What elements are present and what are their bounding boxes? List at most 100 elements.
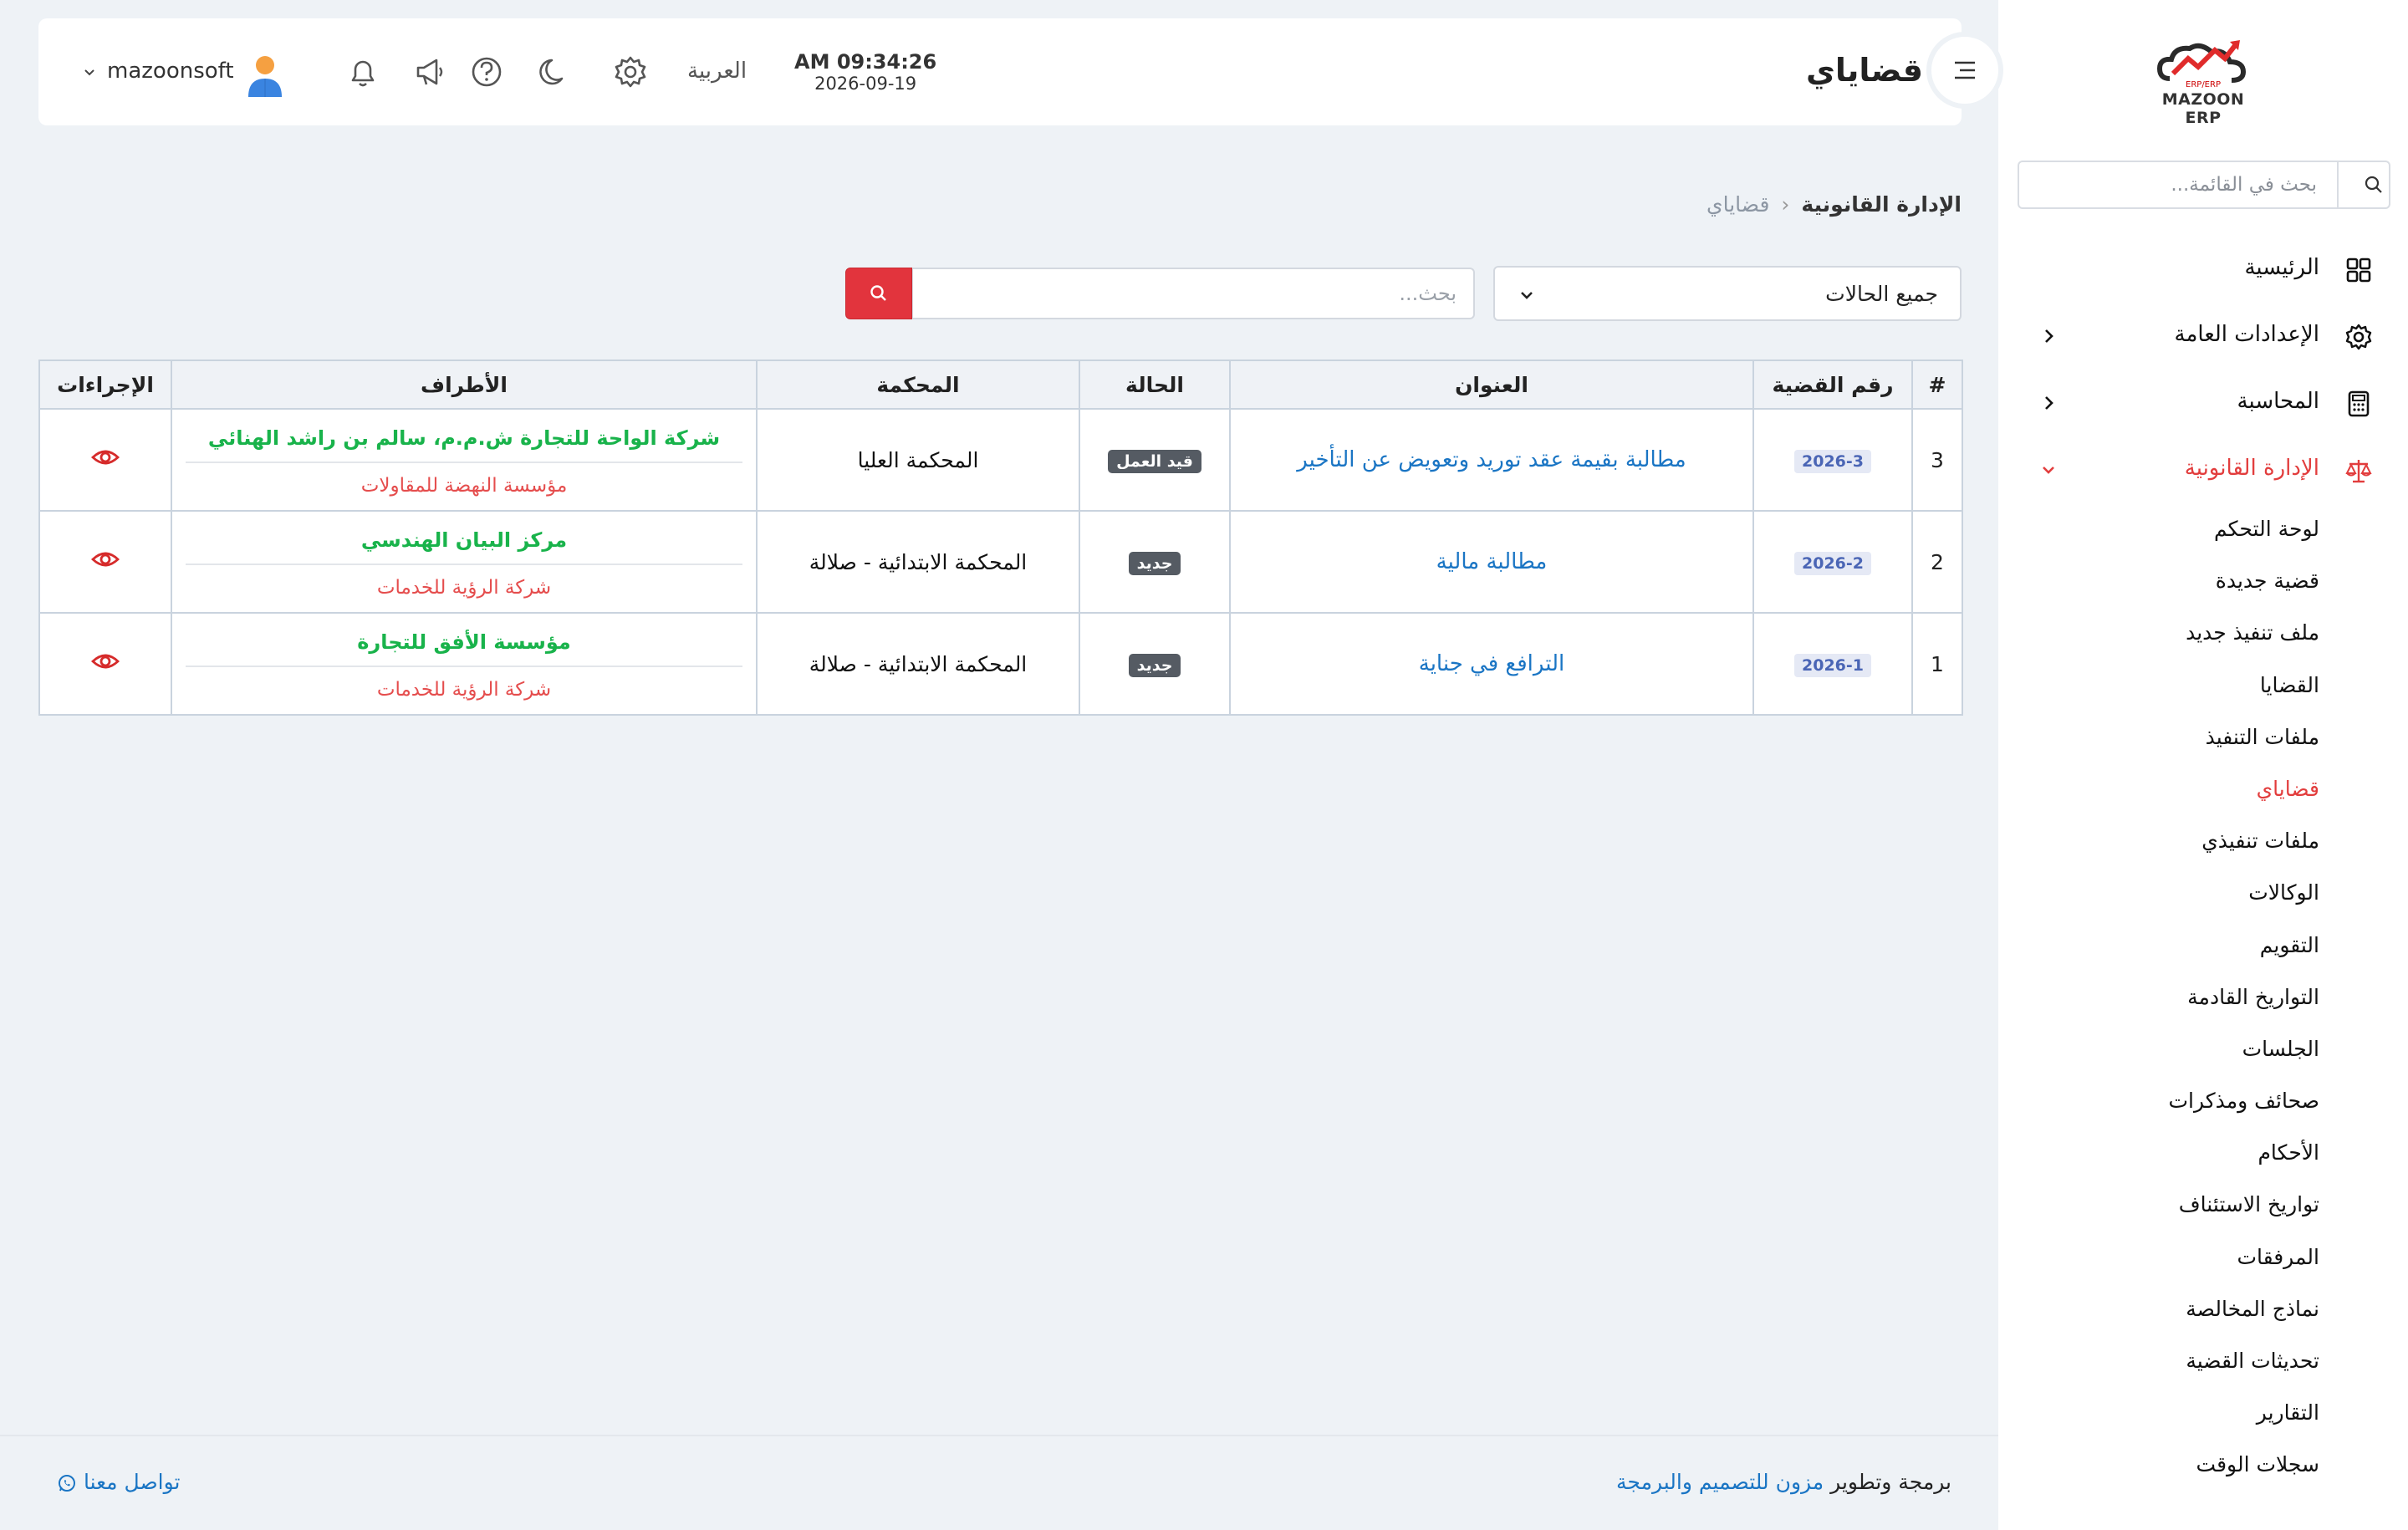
submenu-item-judgments[interactable]: الأحكام bbox=[2168, 1132, 2319, 1184]
party-defendant: شركة الرؤية للخدمات bbox=[376, 577, 552, 599]
sidebar-item-label: المحاسبة bbox=[2237, 389, 2319, 414]
case-number-cell: 2026-3 bbox=[1752, 408, 1913, 512]
logo-subtext: ERP/ERP bbox=[2186, 80, 2221, 89]
sidebar-item-home[interactable]: الرئيسية bbox=[1998, 244, 2408, 294]
case-number-badge: 2026-2 bbox=[1794, 551, 1871, 575]
status-badge: جديد bbox=[1128, 551, 1181, 575]
case-title-cell: الترافع في جناية bbox=[1229, 612, 1754, 716]
chevron-left-icon bbox=[2038, 393, 2059, 413]
submenu-item-agencies[interactable]: الوكالات bbox=[2168, 872, 2319, 924]
clock-date: 2026-09-19 bbox=[814, 74, 917, 94]
calculator-icon bbox=[2344, 390, 2373, 418]
sidebar-item-settings[interactable]: الإعدادات العامة bbox=[1998, 311, 2408, 361]
moon-icon[interactable] bbox=[537, 54, 574, 90]
page-title: قضاياي bbox=[1806, 52, 1923, 89]
table-search bbox=[911, 268, 1475, 319]
submenu-item-pleadings[interactable]: صحائف ومذكرات bbox=[2168, 1080, 2319, 1132]
actions-cell bbox=[38, 408, 172, 512]
submenu-item-upcoming-dates[interactable]: التواريخ القادمة bbox=[2168, 977, 2319, 1028]
credit-brand-link[interactable]: مزون للتصميم والبرمجة bbox=[1616, 1470, 1824, 1494]
parties-cell: مركز البيان الهندسي شركة الرؤية للخدمات bbox=[171, 510, 758, 614]
party-plaintiff: مركز البيان الهندسي bbox=[186, 525, 742, 565]
party-defendant: مؤسسة النهضة للمقاولات bbox=[360, 475, 568, 497]
eye-icon[interactable] bbox=[91, 647, 120, 676]
submenu-item-attachments[interactable]: المرفقات bbox=[2168, 1237, 2319, 1288]
sidebar-item-accounting[interactable]: المحاسبة bbox=[1998, 378, 2408, 428]
submenu-item-my-execution-files[interactable]: ملفات تنفيذي bbox=[2168, 820, 2319, 872]
search-icon[interactable] bbox=[2364, 175, 2384, 195]
language-switcher[interactable]: العربية bbox=[687, 59, 747, 84]
clock-time: AM 09:34:26 bbox=[794, 50, 937, 74]
parties-cell: شركة الواحة للتجارة ش.م.م، سالم بن راشد … bbox=[171, 408, 758, 512]
sidebar-search-input[interactable] bbox=[2024, 167, 2317, 202]
status-filter-value: جميع الحالات bbox=[1825, 282, 1938, 306]
submenu-item-settlement-forms[interactable]: نماذج المخالصة bbox=[2168, 1288, 2319, 1340]
column-header-parties[interactable]: الأطراف bbox=[171, 360, 758, 410]
chevron-down-icon bbox=[2038, 460, 2059, 480]
party-plaintiff: شركة الواحة للتجارة ش.م.م، سالم بن راشد … bbox=[186, 423, 742, 463]
column-header-court[interactable]: المحكمة bbox=[756, 360, 1080, 410]
submenu-item-new-execution-file[interactable]: ملف تنفيذ جديد bbox=[2168, 612, 2319, 664]
bell-icon[interactable] bbox=[344, 54, 381, 90]
column-header-index[interactable]: # bbox=[1911, 360, 1963, 410]
table-header-row: # رقم القضية العنوان الحالة المحكمة الأط… bbox=[38, 360, 1963, 410]
help-icon[interactable] bbox=[468, 54, 505, 90]
submenu-item-dashboard[interactable]: لوحة التحكم bbox=[2168, 508, 2319, 560]
submenu-item-new-case[interactable]: قضية جديدة bbox=[2168, 560, 2319, 612]
case-title-link[interactable]: الترافع في جناية bbox=[1419, 651, 1564, 676]
chevron-left-icon bbox=[2038, 326, 2059, 346]
submenu-item-case-updates[interactable]: تحديثات القضية bbox=[2168, 1340, 2319, 1392]
actions-cell bbox=[38, 510, 172, 614]
legal-submenu: لوحة التحكم قضية جديدة ملف تنفيذ جديد ال… bbox=[2168, 508, 2319, 1497]
party-defendant: شركة الرؤية للخدمات bbox=[376, 679, 552, 701]
submenu-item-reports[interactable]: التقارير bbox=[2168, 1392, 2319, 1444]
chevron-down-icon bbox=[1517, 285, 1537, 305]
submenu-item-calendar[interactable]: التقويم bbox=[2168, 925, 2319, 977]
status-cell: جديد bbox=[1079, 612, 1231, 716]
party-plaintiff: مؤسسة الأفق للتجارة bbox=[186, 627, 742, 667]
submenu-item-execution-files[interactable]: ملفات التنفيذ bbox=[2168, 717, 2319, 768]
breadcrumb-parent[interactable]: الإدارة القانونية bbox=[1801, 192, 1962, 217]
sidebar-item-legal[interactable]: الإدارة القانونية bbox=[1998, 445, 2408, 495]
avatar[interactable] bbox=[244, 52, 286, 99]
eye-icon[interactable] bbox=[91, 545, 120, 574]
case-number-badge: 2026-1 bbox=[1794, 653, 1871, 677]
submenu-item-my-cases[interactable]: قضاياي bbox=[2168, 768, 2319, 820]
row-index: 1 bbox=[1911, 612, 1963, 716]
cases-table: # رقم القضية العنوان الحالة المحكمة الأط… bbox=[38, 360, 1963, 716]
sidebar-search bbox=[2018, 161, 2390, 209]
submenu-item-cases[interactable]: القضايا bbox=[2168, 665, 2319, 717]
court-cell: المحكمة الابتدائية - صلالة bbox=[756, 612, 1080, 716]
search-input[interactable] bbox=[955, 276, 1457, 311]
contact-link[interactable]: تواصل معنا bbox=[47, 1470, 181, 1494]
submenu-item-sessions[interactable]: الجلسات bbox=[2168, 1028, 2319, 1080]
sidebar-item-label: الإعدادات العامة bbox=[2174, 322, 2319, 347]
submenu-item-time-logs[interactable]: سجلات الوقت bbox=[2168, 1444, 2319, 1496]
column-header-case-no[interactable]: رقم القضية bbox=[1752, 360, 1913, 410]
chevron-down-icon[interactable] bbox=[82, 65, 97, 80]
row-index: 3 bbox=[1911, 408, 1963, 512]
sidebar: ERP/ERP MAZOON ERP الرئيسية الإعدادات ال… bbox=[1998, 0, 2408, 1530]
footer-credit: برمجة وتطوير مزون للتصميم والبرمجة bbox=[1616, 1470, 1951, 1494]
case-title-link[interactable]: مطالبة مالية bbox=[1436, 549, 1548, 574]
column-header-title[interactable]: العنوان bbox=[1229, 360, 1754, 410]
username[interactable]: mazoonsoft bbox=[107, 59, 234, 84]
search-icon bbox=[870, 285, 886, 301]
settings-icon[interactable] bbox=[612, 54, 649, 90]
column-header-status[interactable]: الحالة bbox=[1079, 360, 1231, 410]
case-title-link[interactable]: مطالبة بقيمة عقد توريد وتعويض عن التأخير bbox=[1297, 447, 1686, 472]
sidebar-toggle-button[interactable] bbox=[1926, 32, 2003, 109]
logo-text: MAZOON ERP bbox=[2161, 90, 2245, 127]
footer: برمجة وتطوير مزون للتصميم والبرمجة تواصل… bbox=[0, 1435, 1998, 1530]
search-button[interactable] bbox=[845, 268, 912, 319]
eye-icon[interactable] bbox=[91, 443, 120, 472]
submenu-item-appeal-dates[interactable]: تواريخ الاستئناف bbox=[2168, 1184, 2319, 1236]
logo[interactable]: ERP/ERP MAZOON ERP bbox=[2145, 37, 2262, 127]
case-title-cell: مطالبة مالية bbox=[1229, 510, 1754, 614]
status-filter-select[interactable]: جميع الحالات bbox=[1493, 266, 1962, 321]
megaphone-icon[interactable] bbox=[411, 54, 448, 90]
status-badge: جديد bbox=[1128, 653, 1181, 677]
credit-prefix: برمجة وتطوير bbox=[1830, 1470, 1951, 1494]
scale-icon bbox=[2344, 456, 2373, 485]
clock: AM 09:34:26 2026-09-19 bbox=[794, 50, 936, 94]
